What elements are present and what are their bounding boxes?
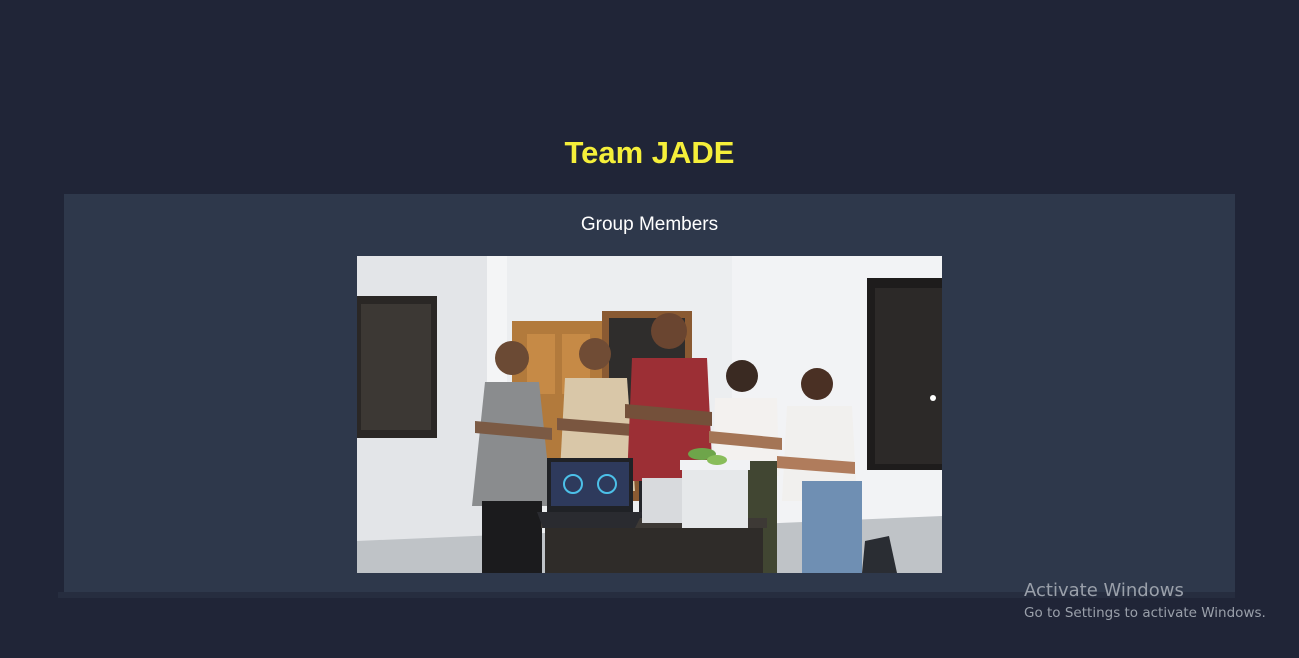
page: Team JADE Group Members Activate Windows… — [0, 0, 1299, 658]
group-photo — [357, 256, 942, 573]
activate-windows-watermark: Activate Windows Go to Settings to activ… — [1024, 580, 1266, 624]
watermark-title: Activate Windows — [1024, 580, 1184, 601]
group-photo-image — [357, 256, 942, 573]
section-heading: Group Members — [580, 214, 719, 235]
group-members-panel: Group Members — [64, 194, 1235, 592]
watermark-subtitle: Go to Settings to activate Windows. — [1024, 605, 1266, 621]
page-title: Team JADE — [564, 135, 735, 170]
